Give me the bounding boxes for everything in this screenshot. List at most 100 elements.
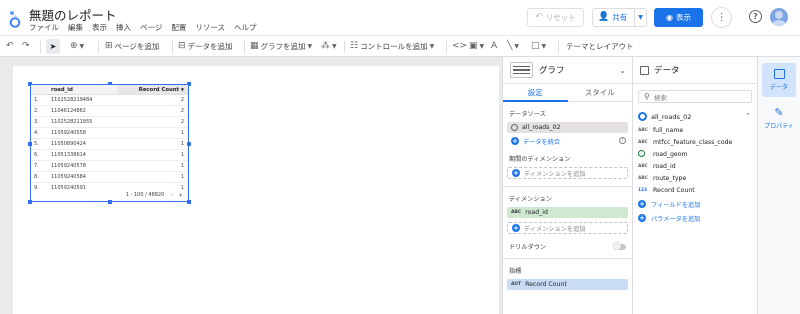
toolbar-divider: [40, 41, 41, 53]
add-chart-button[interactable]: ▦ グラフを追加 ▼: [250, 39, 312, 54]
menu-resource[interactable]: リソース: [195, 22, 225, 33]
view-button[interactable]: ◉ 表示: [654, 8, 703, 27]
rail-properties-button[interactable]: ✎ プロパティ: [762, 101, 796, 135]
reset-icon: ↶: [535, 12, 543, 22]
share-button[interactable]: 👤 共有: [593, 9, 634, 26]
menu-file[interactable]: ファイル: [29, 22, 59, 33]
reset-button[interactable]: ↶ リセット: [527, 8, 584, 27]
account-avatar[interactable]: [770, 8, 788, 26]
cell-record-count: 1: [180, 152, 184, 158]
chevron-down-icon[interactable]: ⌄: [619, 66, 626, 75]
table-row[interactable]: 8. 11059240584 1: [31, 172, 188, 183]
table-row[interactable]: 1. 1102528219484 2: [31, 95, 188, 106]
help-button[interactable]: ?: [749, 10, 762, 23]
add-control-button[interactable]: ☷ コントロールを追加 ▼: [350, 39, 434, 54]
blend-data-label: データを統合: [523, 138, 561, 146]
field-item[interactable]: road_geom: [633, 148, 757, 160]
cell-road-id: 1102528219484: [51, 97, 93, 103]
data-source-row[interactable]: all_roads_02 ⌃: [633, 109, 757, 124]
column-header-label: Record Count: [138, 87, 180, 93]
community-viz-button[interactable]: ⁂ ▼: [321, 39, 337, 54]
control-icon: ☷: [350, 41, 359, 51]
select-tool-button[interactable]: ➤: [46, 39, 60, 54]
rail-data-button[interactable]: データ: [762, 63, 796, 97]
table-row[interactable]: 5. 11050890424 1: [31, 139, 188, 150]
menu-arrange[interactable]: 配置: [171, 22, 186, 33]
field-item[interactable]: 123 Record Count: [633, 184, 757, 196]
tab-setup[interactable]: 設定: [503, 84, 568, 101]
zoom-button[interactable]: ⊕ ▼: [70, 39, 84, 54]
reset-label: リセット: [545, 13, 576, 22]
text-type-badge: ABC: [511, 210, 522, 215]
row-index: 5.: [34, 141, 39, 147]
data-source-chip[interactable]: all_roads_02: [507, 122, 628, 133]
field-name: road_id: [653, 162, 676, 170]
search-placeholder: 検索: [653, 93, 667, 102]
drilldown-toggle[interactable]: [613, 242, 626, 250]
table-row[interactable]: 4. 11059240558 1: [31, 128, 188, 139]
rail-data-label: データ: [769, 84, 788, 91]
chart-panel-title: グラフ: [539, 66, 565, 76]
undo-button[interactable]: ↶: [6, 39, 14, 54]
cell-road-id: 11059240578: [51, 163, 86, 169]
add-page-icon: ⊞: [105, 41, 113, 51]
menu-edit[interactable]: 編集: [68, 22, 83, 33]
add-parameter-button[interactable]: + パラメータを追加: [633, 212, 757, 224]
theme-layout-button[interactable]: テーマとレイアウト: [566, 39, 634, 54]
more-options-button[interactable]: ⋮: [711, 7, 732, 28]
blend-data-button[interactable]: + データを統合 ?: [507, 135, 628, 147]
add-date-dimension-button[interactable]: + ディメンションを追加: [507, 167, 628, 179]
row-index: 7.: [34, 163, 39, 169]
table-row[interactable]: 6. 11051338614 1: [31, 150, 188, 161]
collapse-icon[interactable]: ⌃: [745, 112, 751, 120]
field-search-input[interactable]: ⚲ 検索: [638, 90, 752, 103]
redo-button[interactable]: ↷: [22, 39, 30, 54]
divider: [503, 186, 632, 187]
field-item[interactable]: ABC mtfcc_feature_class_code: [633, 136, 757, 148]
table-row[interactable]: 3. 1102528211955 2: [31, 117, 188, 128]
add-data-button[interactable]: ⊟ データを追加: [178, 39, 233, 54]
data-panel: データ ⚲ 検索 all_roads_02 ⌃ ABC full_name ABC…: [632, 57, 757, 314]
column-header-record-count[interactable]: Record Count ▼: [118, 85, 188, 94]
table-chart-icon[interactable]: [510, 62, 533, 78]
add-page-button[interactable]: ⊞ ページを追加: [105, 39, 159, 54]
menu-view[interactable]: 表示: [92, 22, 107, 33]
metric-type-badge: AUT: [511, 282, 522, 287]
field-item[interactable]: ABC route_type: [633, 172, 757, 184]
cell-road-id: 1102528211955: [51, 119, 93, 125]
menu-insert[interactable]: 挿入: [116, 22, 131, 33]
add-dimension-button[interactable]: + ディメンションを追加: [507, 222, 628, 234]
dimension-chip[interactable]: ABC road_id: [507, 207, 628, 218]
embed-url-button[interactable]: <>: [452, 39, 467, 54]
menu-help[interactable]: ヘルプ: [234, 22, 257, 33]
metric-chip[interactable]: AUT Record Count: [507, 279, 628, 290]
data-icon: [773, 69, 785, 79]
table-row[interactable]: 7. 11059240578 1: [31, 161, 188, 172]
menu-page[interactable]: ページ: [140, 22, 162, 33]
chevron-down-icon: ▼: [638, 14, 643, 21]
text-button[interactable]: A: [491, 39, 497, 54]
row-index: 1.: [34, 97, 39, 103]
add-field-button[interactable]: + フィールドを追加: [633, 198, 757, 210]
help-icon[interactable]: ?: [619, 137, 626, 144]
line-icon: ╲: [507, 41, 513, 51]
tab-style[interactable]: スタイル: [568, 84, 633, 101]
cell-road-id: 11046124862: [51, 108, 86, 114]
share-dropdown-button[interactable]: ▼: [634, 9, 646, 26]
shape-button[interactable]: □ ▼: [531, 39, 546, 54]
search-icon: ⚲: [644, 92, 650, 101]
table-header: road_id Record Count ▼: [31, 85, 188, 95]
next-page-icon[interactable]: ›: [179, 191, 182, 199]
column-header-road-id[interactable]: road_id: [48, 85, 118, 94]
image-button[interactable]: ▣ ▼: [469, 39, 484, 54]
toolbar-divider: [98, 41, 99, 53]
field-item[interactable]: ABC full_name: [633, 124, 757, 136]
looker-studio-logo-icon[interactable]: [8, 9, 22, 29]
table-row[interactable]: 2. 11046124862 2: [31, 106, 188, 117]
field-item[interactable]: ABC road_id: [633, 160, 757, 172]
previous-page-icon[interactable]: ‹: [170, 191, 173, 199]
table-chart[interactable]: road_id Record Count ▼ 1. 1102528219484 2 …: [28, 82, 191, 204]
chevron-down-icon: ▼: [514, 43, 520, 50]
line-button[interactable]: ╲ ▼: [507, 39, 519, 54]
row-index: 8.: [34, 174, 39, 180]
